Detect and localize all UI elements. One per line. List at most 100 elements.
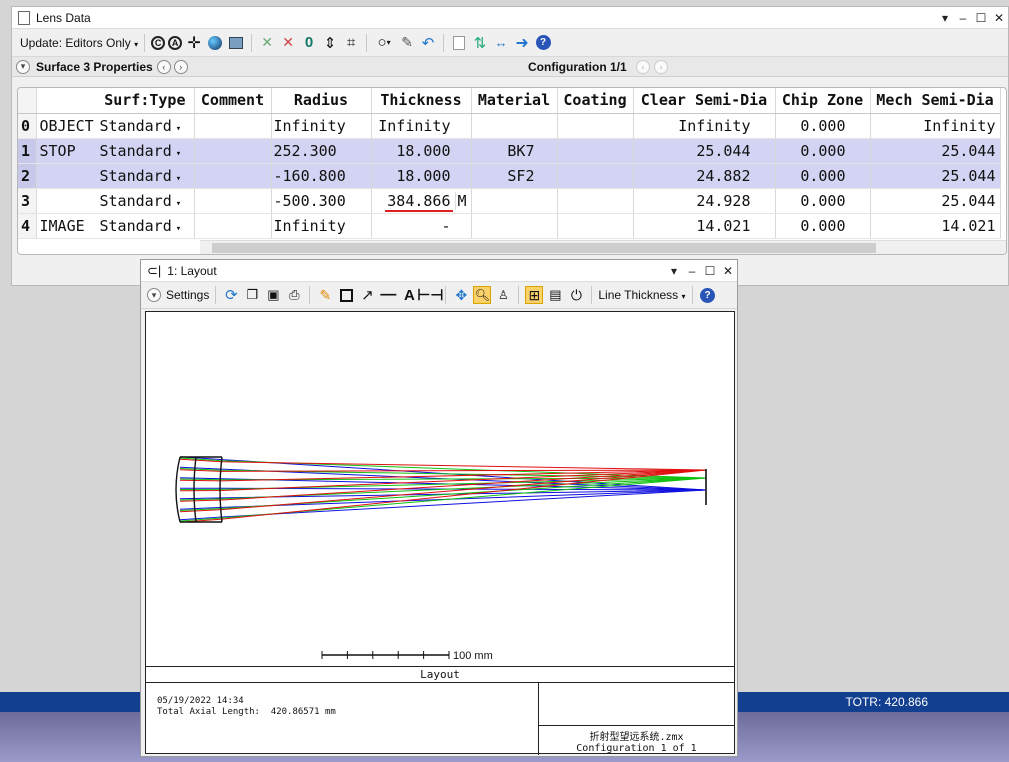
rectangle-icon[interactable] bbox=[337, 286, 355, 304]
arrow-line-icon[interactable]: ↗ bbox=[358, 286, 376, 304]
dimension-icon[interactable]: ⊢⊣ bbox=[417, 286, 443, 304]
material-cell[interactable]: SF2 bbox=[471, 163, 558, 189]
mech-semi-dia-cell[interactable]: Infinity bbox=[870, 113, 1001, 139]
comment-cell[interactable] bbox=[194, 113, 272, 139]
line-thickness-dropdown[interactable]: Line Thickness ▾ bbox=[598, 288, 685, 302]
table-row[interactable]: 2 Standard ▾ -160.800 18.000 SF2 24.882 0.000 25… bbox=[18, 163, 1001, 189]
radius-cell[interactable]: 252.300 bbox=[271, 138, 372, 164]
coating-cell[interactable] bbox=[557, 113, 634, 139]
table-row[interactable]: 4 IMAGE Standard ▾ Infinity - 14.021 0.000 14.02… bbox=[18, 213, 1001, 239]
table-row[interactable]: 3 Standard ▾ -500.300 384.866 M 24.928 0.000 25.… bbox=[18, 188, 1001, 214]
col-coating[interactable]: Coating bbox=[557, 88, 634, 114]
swap-icon[interactable]: ⇅ bbox=[471, 34, 489, 52]
print-icon[interactable]: ⎙ bbox=[285, 286, 303, 304]
refresh-icon[interactable]: A bbox=[168, 35, 183, 50]
chip-zone-cell[interactable]: 0.000 bbox=[775, 188, 871, 214]
thickness-cell[interactable]: 384.866 M bbox=[371, 188, 472, 214]
thickness-cell[interactable]: 18.000 bbox=[371, 163, 472, 189]
window-menu-icon[interactable]: ▾ bbox=[936, 11, 954, 25]
radius-cell[interactable]: -160.800 bbox=[271, 163, 372, 189]
col-material[interactable]: Material bbox=[471, 88, 558, 114]
close-button[interactable]: ✕ bbox=[990, 11, 1008, 25]
save-icon[interactable]: ▣ bbox=[264, 286, 282, 304]
settings-button[interactable]: Settings bbox=[166, 288, 209, 302]
material-cell[interactable]: BK7 bbox=[471, 138, 558, 164]
coating-cell[interactable] bbox=[557, 188, 634, 214]
pencil-icon[interactable]: ✎ bbox=[316, 286, 334, 304]
clear-semi-dia-cell[interactable]: Infinity bbox=[633, 113, 776, 139]
radius-cell[interactable]: Infinity bbox=[271, 213, 372, 239]
help-icon[interactable]: ? bbox=[534, 34, 552, 52]
minimize-button[interactable]: – bbox=[683, 264, 701, 278]
coating-cell[interactable] bbox=[557, 163, 634, 189]
refresh-icon[interactable]: ⟳ bbox=[222, 286, 240, 304]
table-row[interactable]: 0 OBJECT Standard ▾ Infinity Infinity Infinity… bbox=[18, 113, 1001, 139]
surface-type-cell[interactable]: Standard ▾ bbox=[36, 163, 195, 189]
maximize-button[interactable]: ☐ bbox=[701, 264, 719, 278]
clear-semi-dia-cell[interactable]: 14.021 bbox=[633, 213, 776, 239]
col-comment[interactable]: Comment bbox=[194, 88, 272, 114]
material-cell[interactable] bbox=[471, 213, 558, 239]
surface-properties-label[interactable]: Surface 3 Properties bbox=[36, 60, 153, 74]
comment-cell[interactable] bbox=[194, 213, 272, 239]
mech-semi-dia-cell[interactable]: 25.044 bbox=[870, 138, 1001, 164]
col-surf-type[interactable]: Surf:Type bbox=[36, 88, 195, 114]
sheet-icon[interactable] bbox=[450, 34, 468, 52]
col-thickness[interactable]: Thickness bbox=[371, 88, 472, 114]
maximize-button[interactable]: ☐ bbox=[972, 11, 990, 25]
zoom-icon[interactable]: 🔍︎ bbox=[473, 286, 492, 304]
power-icon[interactable]: ⏻ bbox=[567, 286, 585, 304]
minimize-button[interactable]: – bbox=[954, 11, 972, 25]
row-number[interactable]: 1 bbox=[18, 138, 37, 164]
pan-icon[interactable]: ✥ bbox=[452, 286, 470, 304]
update-dropdown[interactable]: Update: Editors Only ▾ bbox=[20, 36, 138, 50]
dropdown-arrow-icon[interactable]: ▾ bbox=[176, 174, 181, 184]
clear-semi-dia-cell[interactable]: 24.882 bbox=[633, 163, 776, 189]
radius-cell[interactable]: -500.300 bbox=[271, 188, 372, 214]
scroll-thumb[interactable] bbox=[212, 243, 876, 253]
row-number[interactable]: 3 bbox=[18, 188, 37, 214]
next-config-button[interactable]: › bbox=[654, 59, 668, 74]
next-surface-button[interactable]: › bbox=[173, 59, 188, 74]
lens-group-icon[interactable]: 0 bbox=[300, 34, 318, 52]
dropdown-arrow-icon[interactable]: ▾ bbox=[176, 224, 181, 234]
crosshair-icon[interactable]: ✛ bbox=[185, 34, 203, 52]
mech-semi-dia-cell[interactable]: 25.044 bbox=[870, 188, 1001, 214]
col-chip-zone[interactable]: Chip Zone bbox=[775, 88, 871, 114]
layout-plot[interactable]: 100 mm Layout 05/19/2022 14:34 Total Axi… bbox=[145, 311, 735, 755]
mech-semi-dia-cell[interactable]: 14.021 bbox=[870, 213, 1001, 239]
arrows-icon[interactable]: ↔ bbox=[492, 34, 510, 52]
row-number[interactable]: 0 bbox=[18, 113, 37, 139]
settings-chevron-icon[interactable]: ▾ bbox=[147, 288, 161, 302]
copy-icon[interactable]: ❐ bbox=[243, 286, 261, 304]
lens-icon[interactable]: ⌗ bbox=[342, 34, 360, 52]
radius-cell[interactable]: Infinity bbox=[271, 113, 372, 139]
circle-dropdown-icon[interactable]: ○ ▾ bbox=[373, 34, 395, 52]
update-all-icon[interactable]: C bbox=[151, 35, 166, 50]
edit-pencil-icon[interactable]: ✎ bbox=[398, 34, 416, 52]
chip-zone-cell[interactable]: 0.000 bbox=[775, 113, 871, 139]
material-cell[interactable] bbox=[471, 188, 558, 214]
prev-surface-button[interactable]: ‹ bbox=[156, 59, 171, 74]
mech-semi-dia-cell[interactable]: 25.044 bbox=[870, 163, 1001, 189]
line-icon[interactable]: — bbox=[379, 286, 397, 304]
window-menu-icon[interactable]: ▾ bbox=[665, 264, 683, 278]
thickness-cell[interactable]: 18.000 bbox=[371, 138, 472, 164]
dropdown-arrow-icon[interactable]: ▾ bbox=[176, 149, 181, 159]
surface-type-cell[interactable]: Standard ▾ bbox=[36, 188, 195, 214]
row-number[interactable]: 4 bbox=[18, 213, 37, 239]
next-arrow-icon[interactable]: ➜ bbox=[513, 34, 531, 52]
text-icon[interactable]: A bbox=[400, 286, 418, 304]
undo-icon[interactable]: ↶ bbox=[419, 34, 437, 52]
globe-icon[interactable] bbox=[206, 34, 224, 52]
thickness-cell[interactable]: Infinity bbox=[371, 113, 472, 139]
clear-semi-dia-cell[interactable]: 24.928 bbox=[633, 188, 776, 214]
clear-semi-dia-cell[interactable]: 25.044 bbox=[633, 138, 776, 164]
comment-cell[interactable] bbox=[194, 163, 272, 189]
surface-type-cell[interactable]: IMAGE Standard ▾ bbox=[36, 213, 195, 239]
arrow-split-icon[interactable]: ⇕ bbox=[321, 34, 339, 52]
col-clear-semi-dia[interactable]: Clear Semi-Dia bbox=[633, 88, 776, 114]
chip-zone-cell[interactable]: 0.000 bbox=[775, 163, 871, 189]
thickness-cell[interactable]: - bbox=[371, 213, 472, 239]
lock-icon[interactable]: ♙ bbox=[494, 286, 512, 304]
